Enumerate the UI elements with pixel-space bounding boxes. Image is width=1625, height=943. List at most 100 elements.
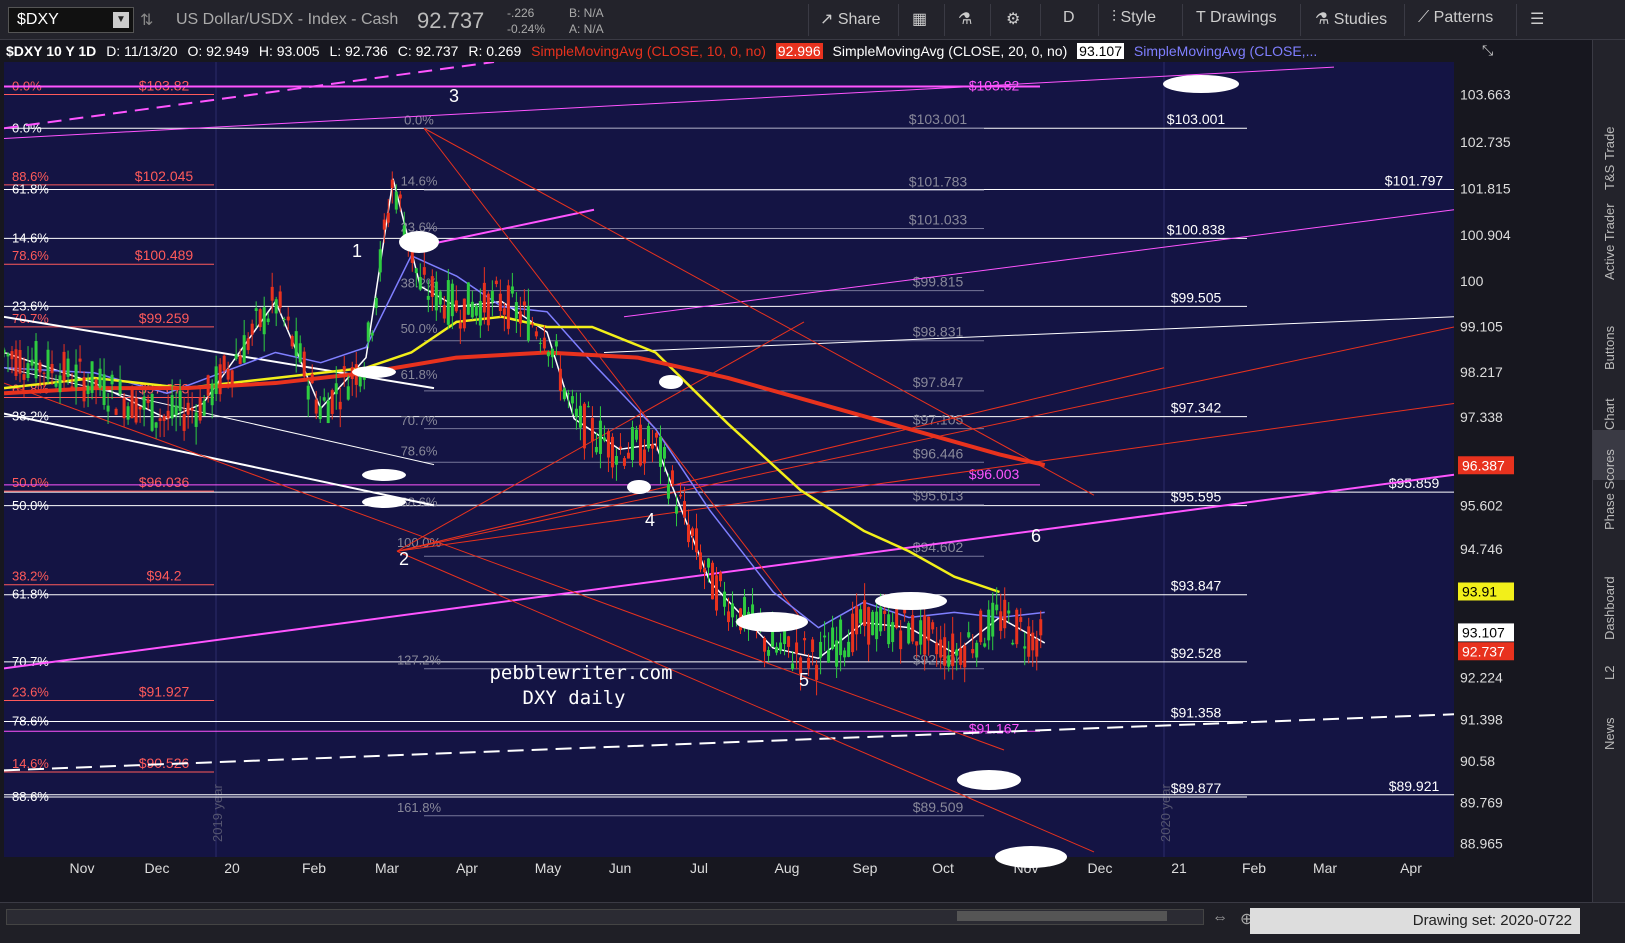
fib-left-pct: 50.0% — [12, 498, 49, 513]
candle-body — [254, 308, 258, 311]
candle-body — [1031, 632, 1035, 651]
fib-pct-label: 0.0% — [404, 112, 434, 127]
candle-body — [218, 364, 222, 395]
link-icon[interactable]: ⇅ — [140, 10, 153, 30]
candle-body — [727, 611, 731, 623]
candle-body — [819, 641, 823, 658]
candle-body — [478, 301, 482, 326]
candle-body — [879, 607, 883, 632]
candle-body — [470, 301, 474, 318]
sma20-label[interactable]: SimpleMovingAvg (CLOSE, 20, 0, no) — [833, 43, 1068, 59]
candle-body — [562, 388, 566, 400]
chevron-down-icon[interactable]: ▼ — [113, 12, 129, 28]
candle-body — [670, 470, 674, 484]
chart-area[interactable]: 2019 year 2020 year Nov Dec 20 Feb Mar Apr May Ju… — [2, 61, 1590, 907]
candle-body — [138, 406, 142, 410]
wave-label: 5 — [799, 670, 809, 690]
drawings-button[interactable]: T Drawings — [1196, 9, 1277, 27]
price-tag-label: 92.737 — [1462, 643, 1505, 659]
candle-body — [638, 424, 642, 466]
candle-body — [686, 524, 690, 543]
candle-body — [98, 368, 102, 388]
symbol-selector[interactable]: $DXY ▼ — [8, 7, 134, 33]
drawing-set-label[interactable]: Drawing set: 2020-0722 — [1250, 908, 1580, 934]
candle-body — [979, 610, 983, 643]
candle-body — [90, 361, 94, 393]
candle-body — [779, 642, 783, 651]
candle-body — [186, 402, 190, 415]
candle-body — [42, 372, 46, 374]
style-button[interactable]: ⫶ Style — [1112, 9, 1156, 27]
menu-icon[interactable]: ☰ — [1530, 9, 1544, 29]
candle-body — [142, 396, 146, 410]
candle-body — [943, 637, 947, 666]
candle-body — [530, 323, 534, 325]
candle-body — [847, 641, 851, 657]
fib-left-price: $102.045 — [135, 168, 194, 184]
candle-body — [450, 283, 454, 317]
candle-body — [278, 291, 282, 308]
studies-button[interactable]: ⚗ Studies — [1315, 9, 1387, 29]
price-tag-label: 93.107 — [1462, 624, 1505, 640]
aggregation-button[interactable]: D — [1063, 9, 1075, 27]
candle-body — [222, 355, 226, 371]
candle-body — [991, 602, 995, 637]
candle-body — [286, 316, 290, 321]
candle-body — [610, 436, 614, 468]
candle-body — [827, 649, 831, 663]
fib-left-pct: 23.6% — [12, 685, 49, 700]
candle-body — [554, 341, 558, 347]
candle-body — [430, 276, 434, 297]
candle-body — [274, 299, 278, 314]
gear-icon[interactable]: ⚙ — [1006, 9, 1020, 29]
sidebar-tab-news[interactable]: News — [1593, 717, 1625, 800]
x-tick-label: Apr — [456, 860, 478, 876]
sidebar-tab-l2[interactable]: L2 — [1593, 666, 1625, 710]
level-label: $89.921 — [1389, 778, 1440, 794]
candle-body — [326, 400, 330, 424]
compare-icon[interactable]: ▦ — [912, 9, 927, 29]
fib-left-pct: 50.0% — [12, 475, 49, 490]
candle-body — [674, 506, 678, 514]
flask-icon[interactable]: ⚗ — [958, 9, 972, 29]
candle-body — [642, 449, 646, 464]
candle-body — [294, 331, 298, 357]
candle-body — [899, 630, 903, 650]
price-chart[interactable]: 2019 year 2020 yearNov Dec 20 Feb Mar Apr May Ju… — [2, 61, 1590, 902]
candle-body — [490, 290, 494, 303]
candle-body — [62, 351, 66, 381]
candle-body — [907, 623, 911, 644]
candle-body — [863, 600, 867, 627]
y-tick-label: 90.58 — [1460, 753, 1495, 769]
fib-pct-label: 161.8% — [397, 800, 442, 815]
candle-body — [682, 501, 686, 518]
fib-left-price: $96.036 — [139, 474, 190, 490]
fib-left-pct: 88.6% — [12, 789, 49, 804]
candle-body — [298, 343, 302, 363]
fib-price-label: $103.001 — [909, 111, 968, 127]
candle-body — [282, 319, 286, 321]
candle-body — [711, 562, 715, 600]
sma50-label[interactable]: SimpleMovingAvg (CLOSE,... — [1134, 43, 1317, 59]
candle-body — [26, 363, 30, 378]
candle-body — [334, 383, 338, 395]
collapse-icon[interactable]: ⤡ — [1482, 42, 1493, 59]
candle-body — [358, 375, 362, 387]
y-tick-label: 92.224 — [1460, 669, 1503, 685]
candle-body — [566, 393, 570, 395]
candle-body — [694, 528, 698, 553]
level-label: $93.847 — [1171, 578, 1222, 594]
share-button[interactable]: ↗ Share — [820, 9, 881, 29]
pan-icon[interactable]: ⇔ — [1212, 909, 1228, 927]
patterns-button[interactable]: ⟋ Patterns — [1418, 9, 1493, 27]
sma10-label[interactable]: SimpleMovingAvg (CLOSE, 10, 0, no) — [531, 43, 766, 59]
candle-body — [931, 622, 935, 630]
candle-body — [446, 280, 450, 325]
candle-body — [306, 385, 310, 400]
scrollbar-thumb[interactable] — [957, 911, 1167, 921]
candle-body — [678, 494, 682, 497]
candle-body — [935, 642, 939, 655]
horizontal-scrollbar[interactable] — [6, 909, 1204, 925]
candle-body — [699, 552, 703, 570]
fib-pct-label: 14.6% — [401, 173, 438, 188]
